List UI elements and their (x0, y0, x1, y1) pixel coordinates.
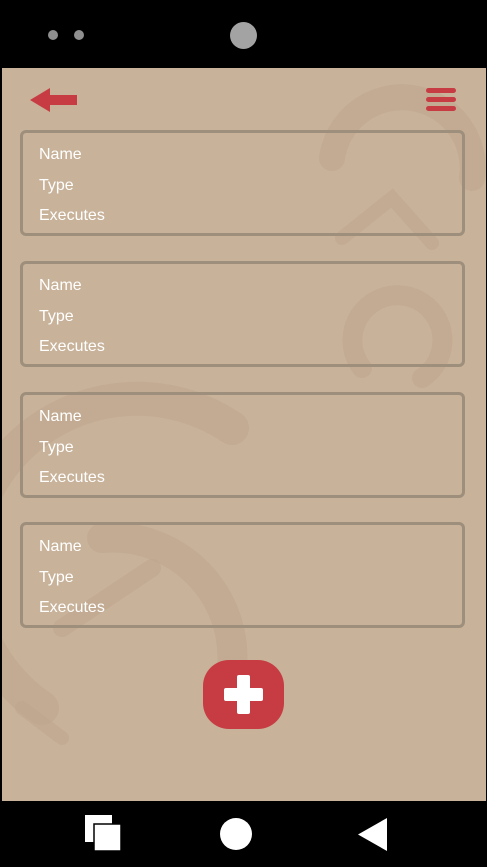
card-name-label: Name (39, 408, 82, 425)
item-card[interactable]: Name Type Executes (20, 392, 465, 498)
card-executes-label: Executes (39, 207, 105, 224)
item-card[interactable]: Name Type Executes (20, 261, 465, 367)
card-type-label: Type (39, 569, 74, 586)
recents-square-icon[interactable] (84, 814, 124, 854)
front-camera (230, 22, 257, 49)
card-executes-label: Executes (39, 338, 105, 355)
system-nav-bar (0, 801, 487, 867)
phone-frame: Name Type Executes Name Type Executes Na… (0, 0, 487, 867)
plus-icon (224, 675, 263, 714)
item-card[interactable]: Name Type Executes (20, 130, 465, 236)
card-executes-label: Executes (39, 599, 105, 616)
card-type-label: Type (39, 177, 74, 194)
add-item-button[interactable] (203, 660, 284, 729)
card-name-label: Name (39, 277, 82, 294)
card-type-label: Type (39, 308, 74, 325)
item-card[interactable]: Name Type Executes (20, 522, 465, 628)
card-name-label: Name (39, 538, 82, 555)
sensor-dot (48, 30, 58, 40)
app-screen: Name Type Executes Name Type Executes Na… (2, 68, 486, 801)
card-type-label: Type (39, 439, 74, 456)
card-executes-label: Executes (39, 469, 105, 486)
status-bar (0, 0, 487, 68)
sensor-dot (74, 30, 84, 40)
back-triangle-icon[interactable] (358, 818, 388, 851)
back-arrow-icon[interactable] (30, 86, 80, 114)
hamburger-menu-icon[interactable] (426, 88, 456, 112)
card-name-label: Name (39, 146, 82, 163)
home-circle-icon[interactable] (220, 818, 252, 850)
